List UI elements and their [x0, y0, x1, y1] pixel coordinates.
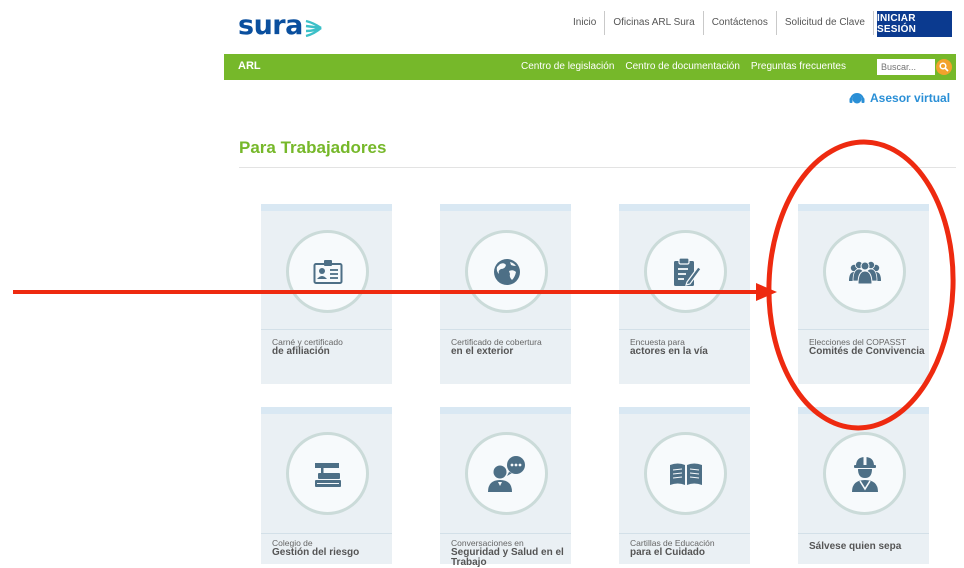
- headset-icon: [849, 93, 865, 104]
- card-icon-circle: [286, 230, 369, 313]
- card-title: Comités de Convivencia: [809, 346, 925, 357]
- card-caption: Colegio de Gestión del riesgo: [272, 538, 388, 558]
- search-input[interactable]: [877, 59, 935, 75]
- nav-contactenos[interactable]: Contáctenos: [702, 11, 776, 35]
- card-comites-convivencia[interactable]: Elecciones del COPASST Comités de Conviv…: [798, 204, 929, 384]
- worker-helmet-icon: [851, 456, 878, 492]
- card-carne-afiliacion[interactable]: Carné y certificado de afiliación: [261, 204, 392, 384]
- asesor-virtual-link[interactable]: Asesor virtual: [849, 91, 950, 105]
- globe-icon: [493, 258, 520, 285]
- search-icon: [939, 62, 949, 72]
- card-title: actores en la vía: [630, 346, 708, 357]
- card-caption: Certificado de cobertura en el exterior: [451, 337, 567, 357]
- logo-text: sura: [238, 10, 303, 41]
- annotation-arrowhead: [756, 283, 777, 301]
- card-cartillas-educacion[interactable]: Cartillas de Educación para el Cuidado: [619, 407, 750, 564]
- title-divider: [239, 167, 956, 168]
- card-seguridad-salud[interactable]: Conversaciones en Seguridad y Salud en e…: [440, 407, 571, 568]
- top-nav: Inicio Oficinas ARL Sura Contáctenos Sol…: [565, 11, 874, 35]
- clipboard-edit-icon: [673, 256, 701, 286]
- search-button[interactable]: [936, 59, 952, 75]
- id-card-icon: [313, 259, 342, 284]
- open-book-icon: [669, 463, 702, 485]
- nav-solicitud-clave[interactable]: Solicitud de Clave: [775, 11, 874, 35]
- nav-centro-documentacion[interactable]: Centro de documentación: [625, 61, 740, 72]
- card-icon-circle: [823, 432, 906, 515]
- card-title: en el exterior: [451, 346, 514, 357]
- person-chat-icon: [487, 455, 525, 492]
- card-gestion-riesgo[interactable]: Colegio de Gestión del riesgo: [261, 407, 392, 564]
- nav-oficinas[interactable]: Oficinas ARL Sura: [604, 11, 702, 35]
- login-button[interactable]: INICIAR SESIÓN: [877, 11, 952, 37]
- card-title: de afiliación: [272, 346, 330, 357]
- card-caption: Encuesta para actores en la vía: [630, 337, 746, 357]
- card-title: Sálvese quien sepa: [809, 541, 902, 552]
- card-salvese-quien-sepa[interactable]: Sálvese quien sepa: [798, 407, 929, 564]
- books-icon: [314, 462, 341, 487]
- card-encuesta-actores[interactable]: Encuesta para actores en la vía: [619, 204, 750, 384]
- card-caption: Cartillas de Educación para el Cuidado: [630, 538, 746, 558]
- card-title: para el Cuidado: [630, 547, 706, 558]
- card-cobertura-exterior[interactable]: Certificado de cobertura en el exterior: [440, 204, 571, 384]
- group-icon: [848, 260, 881, 284]
- page-title: Para Trabajadores: [239, 138, 387, 157]
- card-title: Seguridad y Salud en el Trabajo: [451, 547, 564, 568]
- sura-logo[interactable]: sura: [238, 10, 323, 41]
- card-caption: Sálvese quien sepa: [809, 542, 925, 552]
- nav-centro-legislacion[interactable]: Centro de legislación: [521, 61, 614, 72]
- asesor-virtual-label: Asesor virtual: [870, 91, 951, 105]
- green-nav-links: Centro de legislación Centro de document…: [521, 61, 857, 72]
- card-icon-circle: [644, 230, 727, 313]
- arl-brand[interactable]: ARL: [238, 60, 261, 72]
- green-nav-bar: ARL Centro de legislación Centro de docu…: [224, 54, 956, 80]
- card-icon-circle: [823, 230, 906, 313]
- card-icon-circle: [465, 230, 548, 313]
- card-icon-circle: [644, 432, 727, 515]
- logo-wave-icon: [305, 19, 322, 37]
- nav-inicio[interactable]: Inicio: [565, 11, 604, 35]
- card-caption: Elecciones del COPASST Comités de Conviv…: [809, 337, 925, 357]
- nav-preguntas-frecuentes[interactable]: Preguntas frecuentes: [751, 61, 846, 72]
- card-title: Gestión del riesgo: [272, 547, 360, 558]
- card-icon-circle: [465, 432, 548, 515]
- card-caption: Carné y certificado de afiliación: [272, 337, 388, 357]
- card-icon-circle: [286, 432, 369, 515]
